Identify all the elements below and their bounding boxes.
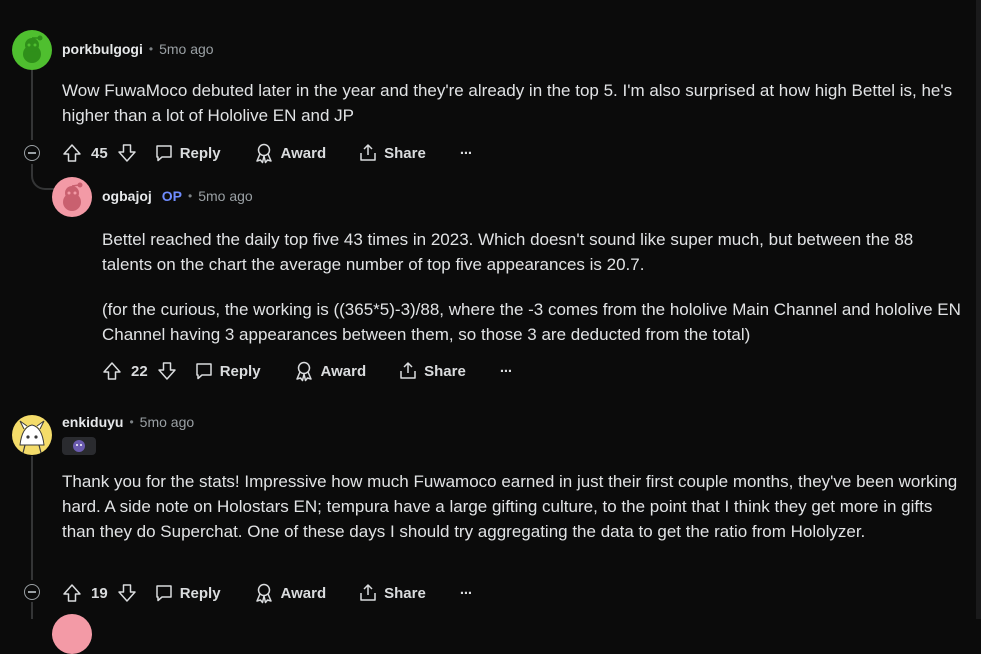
snoo-avatar-icon bbox=[63, 182, 83, 211]
award-button[interactable]: Award bbox=[253, 142, 327, 164]
thread-line[interactable] bbox=[31, 456, 33, 580]
award-icon bbox=[253, 582, 275, 604]
comment-meta: ogbajoj OP • 5mo ago bbox=[102, 188, 253, 204]
scrollbar[interactable] bbox=[976, 0, 981, 619]
award-label: Award bbox=[280, 584, 327, 602]
separator: • bbox=[129, 415, 134, 429]
share-button[interactable]: Share bbox=[358, 143, 426, 163]
vote-count: 22 bbox=[131, 362, 148, 380]
comment-paragraph: Wow FuwaMoco debuted later in the year a… bbox=[62, 81, 953, 125]
username[interactable]: ogbajoj bbox=[102, 188, 152, 204]
username[interactable]: porkbulgogi bbox=[62, 41, 143, 57]
reply-button[interactable]: Reply bbox=[194, 361, 261, 381]
comment-meta: porkbulgogi • 5mo ago bbox=[62, 41, 214, 57]
vote-count: 19 bbox=[91, 584, 108, 602]
share-label: Share bbox=[384, 144, 426, 162]
downvote-icon[interactable] bbox=[117, 583, 137, 603]
flair-emoji-icon bbox=[73, 440, 85, 452]
more-options-icon[interactable]: ··· bbox=[460, 145, 473, 162]
upvote-icon[interactable] bbox=[102, 361, 122, 381]
reply-label: Reply bbox=[179, 144, 221, 162]
comment-meta: enkiduyu • 5mo ago bbox=[62, 414, 194, 430]
reply-label: Reply bbox=[219, 362, 261, 380]
avatar[interactable] bbox=[52, 614, 92, 654]
award-icon bbox=[253, 142, 275, 164]
vote-count: 45 bbox=[91, 144, 108, 162]
share-button[interactable]: Share bbox=[398, 361, 466, 381]
avatar[interactable] bbox=[52, 177, 92, 217]
avatar[interactable] bbox=[12, 415, 52, 455]
comment-paragraph: Thank you for the stats! Impressive how … bbox=[62, 472, 958, 541]
upvote-icon[interactable] bbox=[62, 143, 82, 163]
timestamp[interactable]: 5mo ago bbox=[159, 41, 213, 57]
comment-paragraph: (for the curious, the working is ((365*5… bbox=[102, 300, 961, 344]
comment-bubble-icon bbox=[154, 583, 174, 603]
timestamp[interactable]: 5mo ago bbox=[198, 188, 252, 204]
snoo-avatar-icon bbox=[23, 35, 43, 63]
award-label: Award bbox=[280, 144, 327, 162]
user-flair-badge bbox=[62, 437, 96, 455]
award-button[interactable]: Award bbox=[293, 360, 367, 382]
reply-button[interactable]: Reply bbox=[154, 143, 221, 163]
comment-body: Thank you for the stats! Impressive how … bbox=[62, 469, 962, 544]
thread-line[interactable] bbox=[31, 70, 33, 140]
collapse-button[interactable] bbox=[24, 145, 40, 161]
reply-label: Reply bbox=[179, 584, 221, 602]
thread-line bbox=[31, 602, 33, 619]
reply-button[interactable]: Reply bbox=[154, 583, 221, 603]
share-label: Share bbox=[424, 362, 466, 380]
upvote-icon[interactable] bbox=[62, 583, 82, 603]
comment-bubble-icon bbox=[194, 361, 214, 381]
share-button[interactable]: Share bbox=[358, 583, 426, 603]
comment-paragraph: Bettel reached the daily top five 43 tim… bbox=[102, 230, 914, 274]
award-icon bbox=[293, 360, 315, 382]
separator: • bbox=[188, 189, 193, 203]
comment-bubble-icon bbox=[154, 143, 174, 163]
award-label: Award bbox=[320, 362, 367, 380]
timestamp[interactable]: 5mo ago bbox=[140, 414, 194, 430]
avatar[interactable] bbox=[12, 30, 52, 70]
action-bar: 19 Reply Award Share ··· bbox=[62, 580, 473, 606]
share-icon bbox=[398, 361, 418, 381]
downvote-icon[interactable] bbox=[157, 361, 177, 381]
share-icon bbox=[358, 583, 378, 603]
op-badge: OP bbox=[161, 188, 183, 204]
downvote-icon[interactable] bbox=[117, 143, 137, 163]
separator: • bbox=[148, 42, 154, 56]
action-bar: 45 Reply Award Share ··· bbox=[62, 140, 473, 166]
award-button[interactable]: Award bbox=[253, 582, 327, 604]
username[interactable]: enkiduyu bbox=[62, 414, 123, 430]
more-options-icon[interactable]: ··· bbox=[460, 585, 473, 602]
comment-body: Bettel reached the daily top five 43 tim… bbox=[102, 227, 962, 347]
action-bar: 22 Reply Award Share ··· bbox=[102, 358, 513, 384]
collapse-button[interactable] bbox=[24, 584, 40, 600]
share-icon bbox=[358, 143, 378, 163]
comment-body: Wow FuwaMoco debuted later in the year a… bbox=[62, 78, 962, 128]
thread-connector bbox=[31, 164, 55, 190]
share-label: Share bbox=[384, 584, 426, 602]
more-options-icon[interactable]: ··· bbox=[500, 363, 513, 380]
anime-avatar-icon bbox=[19, 420, 45, 454]
